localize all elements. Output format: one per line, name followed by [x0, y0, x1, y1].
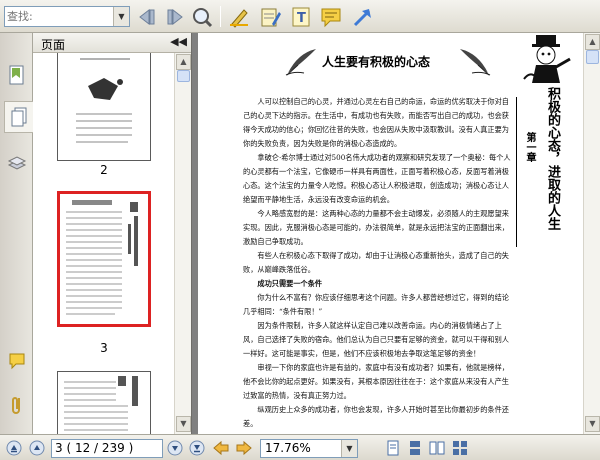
page-preview	[64, 376, 138, 431]
back-arrow-icon	[213, 440, 229, 456]
pages-panel: 页面 ◀◀ 2 3 ▲ ▼	[33, 33, 191, 434]
scroll-down-button[interactable]: ▼	[585, 416, 600, 432]
thumbnail-scrollbar[interactable]: ▲ ▼	[174, 53, 191, 434]
paragraph: 今人略感宽慰的是：这两种心态的力量都不会主动爆发，必须随人的主观愿望来实现。因此…	[243, 209, 509, 246]
document-page: 人生要有积极的心态 积极的心态，进取的人生 第一章 人可以控制自己的心灵，并通过…	[198, 33, 583, 434]
note-button[interactable]	[257, 4, 283, 29]
pages-icon	[11, 107, 27, 127]
document-view[interactable]: 人生要有积极的心态 积极的心态，进取的人生 第一章 人可以控制自己的心灵，并通过…	[191, 33, 583, 434]
scrollbar-thumb[interactable]	[177, 70, 190, 82]
bookmarks-tab[interactable]	[4, 59, 29, 91]
search-button[interactable]	[189, 4, 215, 29]
notepad-pencil-icon	[261, 8, 281, 26]
arrow-tool-button[interactable]	[349, 4, 375, 29]
pages-tab[interactable]	[4, 101, 33, 133]
text-tool-button[interactable]: T	[288, 4, 314, 29]
arrow-icon	[353, 8, 371, 26]
layers-tab[interactable]	[4, 147, 29, 179]
page-thumbnail[interactable]	[57, 371, 151, 434]
pages-panel-title: 页面	[41, 38, 66, 52]
comments-tab[interactable]	[4, 345, 29, 377]
go-forward-button[interactable]	[235, 439, 253, 457]
svg-text:T: T	[297, 11, 306, 26]
quill-pen-icon	[285, 49, 316, 76]
paragraph: 人可以控制自己的心灵，并通过心灵左右自己的命运，命运的优劣取决于你对自己的心灵下…	[243, 97, 509, 148]
main-toolbar: ▼ T	[0, 0, 600, 33]
paragraph: 审视一下你的家庭也许是有益的，家庭中有没有成功者？如果有，他就是榜样，他不会比你…	[243, 363, 509, 400]
scroll-down-button[interactable]: ▼	[176, 416, 191, 432]
find-next-icon	[167, 8, 183, 25]
continuous-page-icon	[410, 441, 420, 455]
thumbnail-label: 3	[100, 341, 108, 355]
continuous-facing-icon	[453, 441, 467, 455]
scrollbar-thumb[interactable]	[586, 50, 599, 64]
page-number-field[interactable]: 3 ( 12 / 239 )	[51, 439, 163, 458]
find-next-button[interactable]	[162, 4, 188, 29]
find-previous-icon	[139, 8, 155, 25]
column-divider	[516, 97, 517, 247]
thumbnail-label: 2	[100, 163, 108, 177]
last-page-button[interactable]	[188, 439, 206, 457]
page-title: 人生要有积极的心态	[322, 55, 431, 69]
go-back-button[interactable]	[212, 439, 230, 457]
bookmark-page-icon	[9, 65, 23, 85]
previous-page-button[interactable]	[28, 439, 46, 457]
continuous-facing-view-button[interactable]	[451, 439, 469, 457]
pages-panel-header: 页面 ◀◀	[33, 33, 191, 53]
document-scrollbar[interactable]: ▲ ▼	[583, 33, 600, 434]
search-input[interactable]	[7, 8, 113, 25]
forward-arrow-icon	[236, 440, 252, 456]
collapse-panel-button[interactable]: ◀◀	[170, 35, 187, 48]
section-subheading: 成功只需要一个条件	[257, 279, 323, 288]
search-field[interactable]: ▼	[4, 6, 130, 27]
scroll-up-button[interactable]: ▲	[585, 34, 600, 50]
page-preview	[66, 200, 138, 315]
search-dropdown-button[interactable]: ▼	[113, 7, 129, 26]
comment-button[interactable]	[318, 4, 344, 29]
magnifier-icon	[193, 7, 213, 27]
page-thumbnail[interactable]	[57, 53, 151, 161]
pencil-highlight-icon	[230, 8, 248, 28]
zoom-value: 17.76%	[265, 441, 311, 455]
navigation-bar: 3 ( 12 / 239 ) 17.76% ▼	[0, 434, 600, 460]
attachments-tab[interactable]	[4, 389, 29, 421]
paragraph: 因为条件限制，许多人就这样认定自己难以改善命运。内心的消极情绪占了上风，自己选择…	[243, 321, 509, 358]
layers-icon	[7, 156, 26, 170]
page-preview	[76, 58, 132, 143]
left-tab-strip	[0, 33, 33, 434]
zoom-select[interactable]: 17.76% ▼	[260, 439, 358, 458]
paperclip-icon	[11, 397, 20, 414]
previous-page-icon	[29, 440, 45, 456]
paragraph: 拿破仑·希尔博士通过对500名伟大成功者的观察和研究发现了一个奥秘：每个人的心灵…	[243, 153, 511, 204]
paragraph: 有些人在积极心态下取得了成功，却由于让消极心态重新抬头，造成了自己的失败，从巅峰…	[243, 251, 509, 274]
page-thumbnail-selected[interactable]	[57, 191, 151, 327]
comment-bubble-icon	[321, 8, 341, 27]
paragraph: 纵观历史上众多的成功者，你也会发现，许多人开始时甚至比你最初步的条件还差。	[243, 405, 509, 428]
paragraph: 你为什么不富有？你应该仔细思考这个问题。许多人都曾经想过它，得到的结论几乎相同：…	[243, 293, 509, 316]
single-page-view-button[interactable]	[384, 439, 402, 457]
next-page-icon	[167, 440, 183, 456]
highlight-button[interactable]	[226, 4, 252, 29]
facing-view-button[interactable]	[428, 439, 446, 457]
first-page-icon	[6, 440, 22, 456]
last-page-icon	[189, 440, 205, 456]
side-chapter: 第一章	[524, 132, 535, 162]
quill-pen-icon	[460, 49, 491, 76]
continuous-view-button[interactable]	[406, 439, 424, 457]
page-body: 人可以控制自己的心灵，并通过心灵左右自己的命运，命运的优劣取决于你对自己的心灵下…	[243, 95, 516, 431]
scroll-up-button[interactable]: ▲	[176, 54, 191, 70]
first-page-button[interactable]	[5, 439, 23, 457]
cartoon-illustration	[523, 35, 571, 83]
facing-pages-icon	[429, 441, 445, 455]
text-icon: T	[292, 7, 310, 26]
thumbnail-list[interactable]: 2 3	[33, 53, 174, 434]
zoom-dropdown-button[interactable]: ▼	[341, 440, 357, 457]
find-previous-button[interactable]	[134, 4, 160, 29]
single-page-icon	[387, 440, 399, 456]
side-heading: 积极的心态，进取的人生	[545, 87, 560, 230]
comment-icon	[9, 353, 24, 370]
next-page-button[interactable]	[166, 439, 184, 457]
